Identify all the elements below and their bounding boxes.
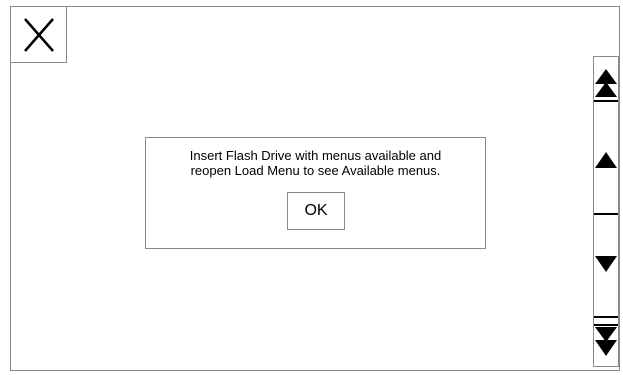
double-arrow-up-icon	[594, 69, 618, 102]
double-arrow-down-icon	[594, 316, 618, 356]
dialog-message: Insert Flash Drive with menus available …	[189, 148, 442, 178]
scroll-down-button[interactable]	[594, 249, 618, 279]
arrow-up-icon	[595, 152, 617, 168]
close-button[interactable]	[10, 6, 67, 63]
scroll-to-bottom-button[interactable]	[594, 315, 618, 359]
message-dialog: Insert Flash Drive with menus available …	[145, 137, 486, 249]
ok-button[interactable]: OK	[287, 192, 345, 230]
scrollbar[interactable]	[593, 56, 619, 367]
scroll-to-top-button[interactable]	[594, 65, 618, 105]
arrow-down-icon	[595, 256, 617, 272]
close-x-icon	[23, 17, 54, 52]
scroll-up-button[interactable]	[594, 145, 618, 175]
scrollbar-divider	[594, 213, 618, 215]
